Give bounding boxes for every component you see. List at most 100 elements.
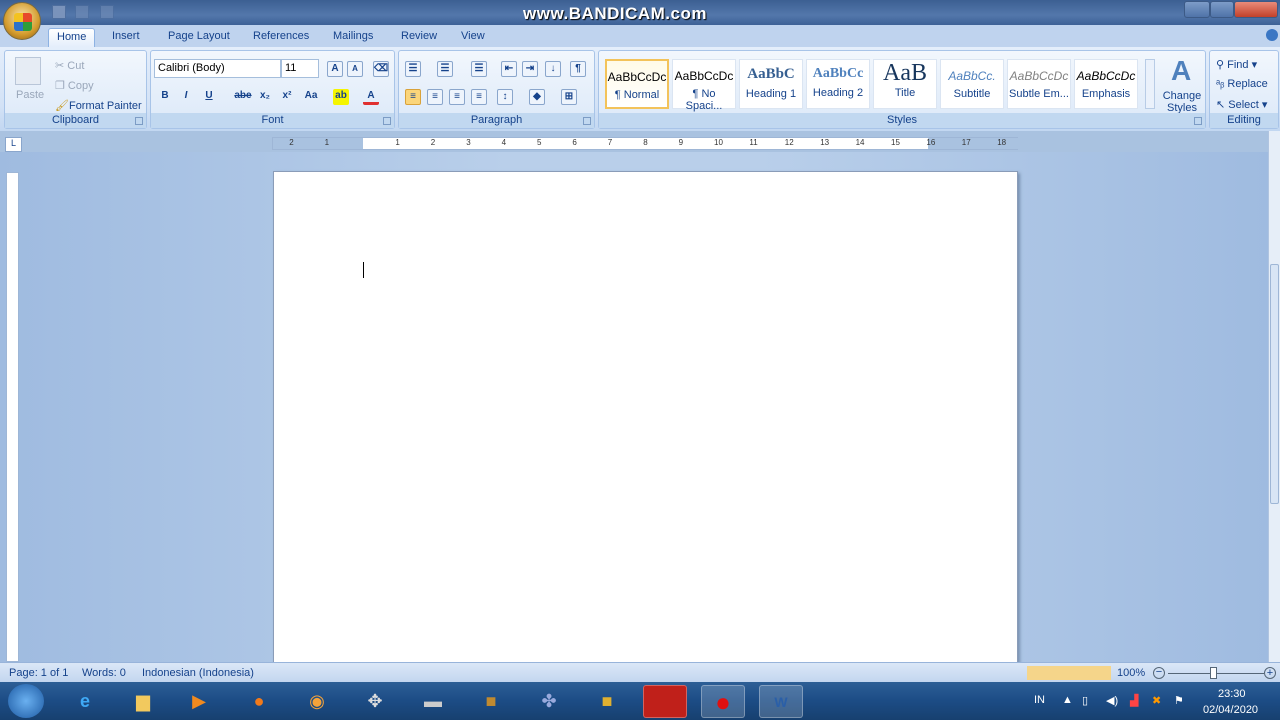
font-family-select[interactable]: Calibri (Body) (154, 59, 281, 78)
car-game-icon[interactable]: ▬ (411, 685, 455, 718)
language-status[interactable]: Indonesian (Indonesia) (142, 667, 254, 679)
tab-references[interactable]: References (245, 28, 317, 47)
font-size-select[interactable]: 11 (281, 59, 319, 78)
tab-home[interactable]: Home (48, 28, 96, 47)
shrink-font-button[interactable]: A (347, 61, 363, 77)
align-left-icon[interactable]: ≡ (405, 89, 421, 105)
strikethrough-button[interactable]: abe (233, 89, 253, 105)
select-button[interactable]: ↖ Select ▾ (1216, 98, 1267, 111)
cut-button[interactable]: ✂ Cut (55, 59, 84, 72)
format-painter-button[interactable]: 🖌Format Painter (55, 99, 142, 112)
undo-icon[interactable] (75, 5, 89, 19)
bold-button[interactable]: B (157, 89, 173, 105)
tab-selector-button[interactable]: L (5, 137, 22, 152)
help-icon[interactable] (1266, 29, 1278, 41)
align-right-icon[interactable]: ≡ (449, 89, 465, 105)
start-button[interactable] (8, 684, 44, 718)
subscript-button[interactable]: x₂ (257, 89, 273, 105)
justify-icon[interactable]: ≡ (471, 89, 487, 105)
network-icon[interactable]: ▟ (1130, 694, 1138, 707)
multilevel-list-icon[interactable]: ☰ (471, 61, 487, 77)
zoom-out-button[interactable]: − (1153, 667, 1165, 679)
racing-game-icon[interactable]: ■ (585, 685, 629, 718)
copy-button[interactable]: ❐ Copy (55, 79, 94, 92)
bullets-icon[interactable]: ☰ (405, 61, 421, 77)
numbering-icon[interactable]: ☰ (437, 61, 453, 77)
vertical-scrollbar[interactable] (1268, 131, 1280, 662)
superscript-button[interactable]: x² (279, 89, 295, 105)
paste-button[interactable]: Paste (16, 89, 44, 101)
clock-time[interactable]: 23:30 (1218, 688, 1246, 700)
gamepad-icon[interactable]: ✥ (353, 685, 397, 718)
style-subtitle[interactable]: AaBbCc. Subtitle (940, 59, 1004, 109)
style-title[interactable]: AaB Title (873, 59, 937, 109)
clock-date[interactable]: 02/04/2020 (1203, 704, 1258, 716)
file-explorer-icon[interactable]: ▆ (121, 685, 165, 718)
styles-scroll[interactable] (1145, 59, 1155, 109)
underline-button[interactable]: U (201, 89, 217, 105)
close-button[interactable] (1234, 1, 1278, 18)
antivirus-icon[interactable]: ✖ (1152, 694, 1161, 707)
redo-icon[interactable] (100, 5, 114, 19)
borders-icon[interactable]: ⊞ (561, 89, 577, 105)
style-normal[interactable]: AaBbCcDc ¶ Normal (605, 59, 669, 109)
align-center-icon[interactable]: ≡ (427, 89, 443, 105)
shading-icon[interactable]: ◆ (529, 89, 545, 105)
action-center-icon[interactable]: ⚑ (1174, 694, 1184, 707)
decrease-indent-icon[interactable]: ⇤ (501, 61, 517, 77)
view-buttons[interactable] (1027, 666, 1111, 680)
replace-button[interactable]: ᵃᵦ Replace (1216, 78, 1268, 90)
vertical-ruler[interactable] (6, 172, 19, 662)
volume-icon[interactable]: ◀) (1106, 694, 1118, 707)
minimize-button[interactable] (1184, 1, 1210, 18)
tab-view[interactable]: View (453, 28, 493, 47)
zoom-level[interactable]: 100% (1117, 667, 1145, 679)
style-heading-2[interactable]: AaBbCc Heading 2 (806, 59, 870, 109)
font-dialog-launcher[interactable] (383, 117, 391, 125)
line-spacing-icon[interactable]: ↕ (497, 89, 513, 105)
save-icon[interactable] (52, 5, 66, 19)
change-case-button[interactable]: Aa (301, 89, 321, 105)
italic-button[interactable]: I (178, 89, 194, 105)
word-count[interactable]: Words: 0 (82, 667, 126, 679)
zoom-in-button[interactable]: + (1264, 667, 1276, 679)
tab-page-layout[interactable]: Page Layout (160, 28, 238, 47)
grow-font-button[interactable]: A (327, 61, 343, 77)
styles-dialog-launcher[interactable] (1194, 117, 1202, 125)
find-button[interactable]: ⚲ Find ▾ (1216, 58, 1257, 71)
office-button[interactable] (3, 2, 41, 40)
scroll-thumb[interactable] (1270, 264, 1279, 504)
paragraph-dialog-launcher[interactable] (583, 117, 591, 125)
acrobat-reader-icon[interactable] (643, 685, 687, 718)
sort-icon[interactable]: ↓ (545, 61, 561, 77)
tab-review[interactable]: Review (393, 28, 445, 47)
document-page[interactable] (273, 171, 1018, 671)
uc-browser-icon[interactable]: ◉ (295, 685, 339, 718)
maximize-button[interactable] (1210, 1, 1234, 18)
clear-formatting-button[interactable]: ⌫ (373, 61, 389, 77)
bandicam-record-icon[interactable]: ● (701, 685, 745, 718)
firefox-icon[interactable]: ● (237, 685, 281, 718)
style-emphasis[interactable]: AaBbCcDc Emphasis (1074, 59, 1138, 109)
highlight-icon[interactable]: ab (333, 89, 349, 105)
ppsspp-icon[interactable]: ✤ (527, 685, 571, 718)
zoom-slider-thumb[interactable] (1210, 667, 1217, 679)
internet-explorer-icon[interactable]: e (63, 685, 107, 718)
language-indicator[interactable]: IN (1034, 694, 1045, 706)
clipboard-dialog-launcher[interactable] (135, 117, 143, 125)
style-subtle-emphasis[interactable]: AaBbCcDc Subtle Em... (1007, 59, 1071, 109)
word-icon[interactable]: W (759, 685, 803, 718)
device-icon[interactable]: ▯ (1082, 694, 1088, 707)
change-styles-button[interactable]: Change Styles (1161, 90, 1203, 114)
style-no-spacing[interactable]: AaBbCcDc ¶ No Spaci... (672, 59, 736, 112)
page-count[interactable]: Page: 1 of 1 (9, 667, 68, 679)
tab-insert[interactable]: Insert (104, 28, 148, 47)
font-color-icon[interactable]: A (363, 89, 379, 105)
media-player-icon[interactable]: ▶ (177, 685, 221, 718)
game-icon[interactable]: ■ (469, 685, 513, 718)
increase-indent-icon[interactable]: ⇥ (522, 61, 538, 77)
horizontal-ruler[interactable]: 2 1 1 2 3 4 5 6 7 8 9 10 11 12 13 14 15 16 17 18 (272, 137, 1018, 150)
tab-mailings[interactable]: Mailings (325, 28, 381, 47)
show-formatting-button[interactable]: ¶ (570, 61, 586, 77)
style-heading-1[interactable]: AaBbC Heading 1 (739, 59, 803, 109)
